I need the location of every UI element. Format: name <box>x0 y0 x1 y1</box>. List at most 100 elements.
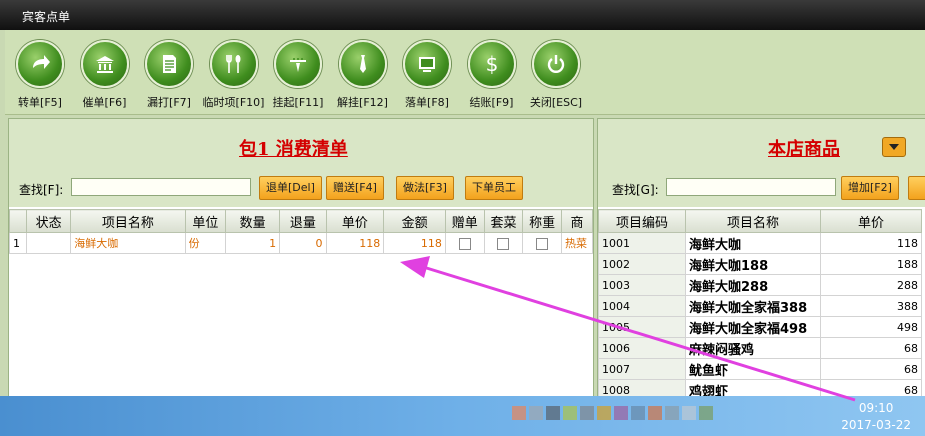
table-row[interactable]: 1004 海鲜大咖全家福388 388 <box>598 295 922 317</box>
gift-checkbox[interactable] <box>458 237 471 250</box>
order-search-row: 查找[F]: 退单[Del] 赠送[F4] 做法[F3] 下单员工 <box>9 171 593 207</box>
order-col-header[interactable]: 单价 <box>325 209 385 233</box>
power-icon <box>532 40 580 88</box>
more-button[interactable] <box>908 176 925 200</box>
order-col-header[interactable]: 单位 <box>184 209 227 233</box>
order-col-header[interactable]: 金额 <box>383 209 446 233</box>
toolbar-button-label: 结账[F9] <box>469 96 514 109</box>
toolbar-button-label: 挂起[F11] <box>272 96 324 109</box>
cooking-method-button[interactable]: 做法[F3] <box>396 176 454 200</box>
toolbar-button-7[interactable]: $ 结账[F9] <box>460 40 524 112</box>
item-code: 1001 <box>598 232 686 254</box>
tray-icon[interactable] <box>529 406 543 420</box>
toolbar-button-8[interactable]: 关闭[ESC] <box>524 40 588 112</box>
table-row[interactable]: 1001 海鲜大咖 118 <box>598 232 922 254</box>
toolbar-button-5[interactable]: 解挂[F12] <box>331 40 395 112</box>
set-meal-checkbox[interactable] <box>497 237 510 250</box>
tie-icon <box>338 40 387 88</box>
order-search-label: 查找[F]: <box>19 183 64 197</box>
order-col-header[interactable]: 状态 <box>25 209 72 233</box>
order-search-input[interactable] <box>71 178 251 196</box>
bank-icon <box>80 40 129 88</box>
row-qty: 1 <box>225 232 281 254</box>
order-col-header[interactable]: 套菜 <box>483 209 524 233</box>
tray-icon[interactable] <box>614 406 628 420</box>
item-code: 1003 <box>598 274 686 296</box>
item-name: 海鲜大咖188 <box>685 253 821 275</box>
system-tray <box>512 406 832 426</box>
menu-col-header[interactable]: 项目编码 <box>598 209 686 233</box>
tray-icon[interactable] <box>631 406 645 420</box>
row-name: 海鲜大咖 <box>70 232 186 254</box>
toolbar-button-label: 解挂[F12] <box>337 96 388 109</box>
table-row[interactable]: 1006 麻辣闷骚鸡 68 <box>598 337 922 359</box>
item-name: 海鲜大咖全家福388 <box>685 295 821 317</box>
item-code: 1002 <box>598 253 686 275</box>
item-name: 海鲜大咖288 <box>685 274 821 296</box>
taskbar: 09:10 2017-03-22 <box>0 396 925 436</box>
table-row[interactable]: 1002 海鲜大咖188 188 <box>598 253 922 275</box>
toolbar-button-label: 关闭[ESC] <box>529 96 583 109</box>
menu-items-title: 本店商品 <box>768 139 840 160</box>
order-staff-button[interactable]: 下单员工 <box>465 176 523 200</box>
toolbar-button-2[interactable]: 漏打[F7] <box>137 40 201 112</box>
order-col-header[interactable]: 商 <box>561 209 593 233</box>
item-code: 1007 <box>598 358 686 380</box>
toolbar-button-3[interactable]: 临时项[F10] <box>202 40 266 112</box>
svg-text:$: $ <box>485 52 498 76</box>
tray-icon[interactable] <box>512 406 526 420</box>
order-col-header[interactable]: 退量 <box>279 209 327 233</box>
tray-icon[interactable] <box>682 406 696 420</box>
menu-col-header[interactable]: 单价 <box>820 209 922 233</box>
weigh-checkbox[interactable] <box>536 237 549 250</box>
table-row[interactable]: 1 海鲜大咖份 1 0 118 118 热菜 <box>9 232 593 254</box>
menu-items-header: 本店商品 <box>598 119 925 171</box>
table-row[interactable]: 1005 海鲜大咖全家福498 498 <box>598 316 922 338</box>
menu-col-header[interactable]: 项目名称 <box>685 209 821 233</box>
menu-search-row: 查找[G]: 增加[F2] <box>598 171 925 207</box>
table-row[interactable]: 1007 鱿鱼虾 68 <box>598 358 922 380</box>
toolbar-button-0[interactable]: 转单[F5] <box>8 40 72 112</box>
toolbar: 转单[F5] 催单[F6] 漏打[F7] 临时项[F10] 挂起[F11] 解挂[F12]… <box>5 30 925 115</box>
tray-icon[interactable] <box>597 406 611 420</box>
item-name: 麻辣闷骚鸡 <box>685 337 821 359</box>
tray-icon[interactable] <box>665 406 679 420</box>
tray-icon[interactable] <box>563 406 577 420</box>
order-col-header[interactable]: 数量 <box>225 209 281 233</box>
order-col-header[interactable]: 项目名称 <box>70 209 186 233</box>
toolbar-button-4[interactable]: 挂起[F11] <box>266 40 330 112</box>
toolbar-button-label: 催单[F6] <box>82 96 127 109</box>
row-index: 1 <box>9 232 27 254</box>
chevron-down-icon[interactable] <box>882 137 906 157</box>
order-col-header[interactable]: 称重 <box>522 209 563 233</box>
order-list-title: 包1 消费清单 <box>239 139 348 160</box>
order-col-header[interactable] <box>9 209 27 233</box>
item-code: 1006 <box>598 337 686 359</box>
item-code: 1005 <box>598 316 686 338</box>
gift-button[interactable]: 赠送[F4] <box>326 176 384 200</box>
tray-icon[interactable] <box>580 406 594 420</box>
clock-time: 09:10 <box>858 401 894 415</box>
utensils-icon <box>209 40 258 88</box>
tray-icon[interactable] <box>648 406 662 420</box>
table-row[interactable]: 1003 海鲜大咖288 288 <box>598 274 922 296</box>
cancel-order-button[interactable]: 退单[Del] <box>259 176 322 200</box>
row-price: 118 <box>325 232 385 254</box>
item-price: 288 <box>820 274 922 296</box>
menu-search-input[interactable] <box>666 178 836 196</box>
menu-search-label: 查找[G]: <box>612 183 659 197</box>
item-price: 498 <box>820 316 922 338</box>
order-list-panel: 包1 消费清单 查找[F]: 退单[Del] 赠送[F4] 做法[F3] 下单员… <box>8 118 594 400</box>
item-price: 188 <box>820 253 922 275</box>
item-price: 68 <box>820 358 922 380</box>
add-item-button[interactable]: 增加[F2] <box>841 176 899 200</box>
toolbar-button-6[interactable]: 落单[F8] <box>395 40 459 112</box>
row-return: 0 <box>279 232 327 254</box>
toolbar-button-1[interactable]: 催单[F6] <box>73 40 137 112</box>
tray-icon[interactable] <box>546 406 560 420</box>
item-name: 海鲜大咖 <box>685 232 821 254</box>
order-col-header[interactable]: 赠单 <box>444 209 485 233</box>
order-table: 状态 项目名称 单位 数量 退量 单价 金额 赠单 套菜 称重商 1 海鲜大咖份 1 0 118 118 热菜 <box>9 209 593 254</box>
tray-icon[interactable] <box>699 406 713 420</box>
clock[interactable]: 09:10 2017-03-22 <box>841 400 911 434</box>
